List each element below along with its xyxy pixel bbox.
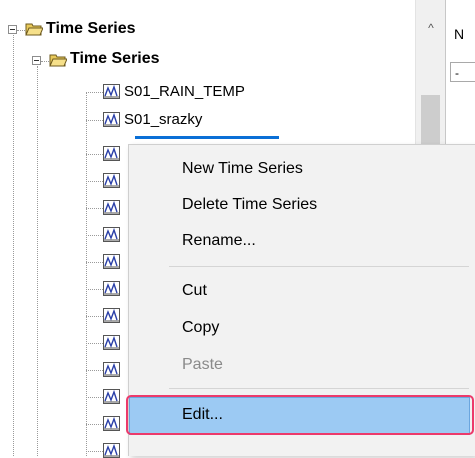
tree-connector: [86, 289, 103, 290]
right-panel-field-value: -: [455, 66, 459, 80]
tree-connector: [86, 370, 103, 371]
context-menu: New Time Series Delete Time Series Renam…: [128, 144, 475, 456]
tree-connector: [41, 61, 49, 62]
tree-connector: [86, 92, 103, 93]
time-series-icon: [103, 173, 120, 188]
time-series-icon: [103, 308, 120, 323]
tree-guide-line: [37, 66, 38, 456]
tree-connector: [86, 208, 103, 209]
tree-item-label[interactable]: S01_RAIN_TEMP: [124, 83, 245, 100]
time-series-icon: [103, 416, 120, 431]
selection-indicator: [135, 136, 279, 139]
tree-connector: [86, 262, 103, 263]
folder-open-icon: [49, 53, 67, 67]
menu-item-rename[interactable]: Rename...: [129, 224, 475, 258]
menu-separator: [169, 266, 469, 267]
tree-guide-line: [13, 35, 14, 456]
time-series-icon: [103, 254, 120, 269]
time-series-icon: [103, 146, 120, 161]
menu-item-new-time-series[interactable]: New Time Series: [129, 152, 475, 186]
right-panel-field[interactable]: -: [450, 62, 475, 82]
menu-item-edit[interactable]: Edit...: [129, 397, 470, 435]
tree-connector: [86, 424, 103, 425]
time-series-icon: [103, 84, 120, 99]
menu-item-paste: Paste: [182, 356, 223, 373]
tree-child-label[interactable]: Time Series: [70, 50, 160, 68]
menu-separator: [169, 388, 469, 389]
tree-connector: [86, 343, 103, 344]
menu-item-copy[interactable]: Copy: [129, 311, 475, 345]
scroll-up-arrow-icon[interactable]: ^: [416, 18, 446, 38]
menu-item-cut[interactable]: Cut: [129, 274, 475, 308]
tree-connector: [86, 235, 103, 236]
tree-item-label[interactable]: S01_srazky: [124, 111, 202, 128]
time-series-icon: [103, 362, 120, 377]
tree-connector: [86, 451, 103, 452]
tree-connector: [86, 397, 103, 398]
time-series-icon: [103, 112, 120, 127]
time-series-icon: [103, 335, 120, 350]
time-series-icon: [103, 389, 120, 404]
collapse-root-toggle[interactable]: [8, 25, 17, 34]
tree-connector: [86, 154, 103, 155]
tree-connector: [17, 30, 25, 31]
time-series-icon: [103, 200, 120, 215]
tree-connector: [86, 181, 103, 182]
menu-item-delete-time-series[interactable]: Delete Time Series: [129, 188, 475, 222]
tree-guide-line: [86, 92, 87, 456]
folder-open-icon: [25, 22, 43, 36]
collapse-child-toggle[interactable]: [32, 56, 41, 65]
tree-connector: [86, 316, 103, 317]
right-panel-header: N: [454, 26, 465, 42]
time-series-icon: [103, 227, 120, 242]
time-series-icon: [103, 281, 120, 296]
tree-root-label[interactable]: Time Series: [46, 20, 136, 38]
tree-connector: [86, 120, 103, 121]
